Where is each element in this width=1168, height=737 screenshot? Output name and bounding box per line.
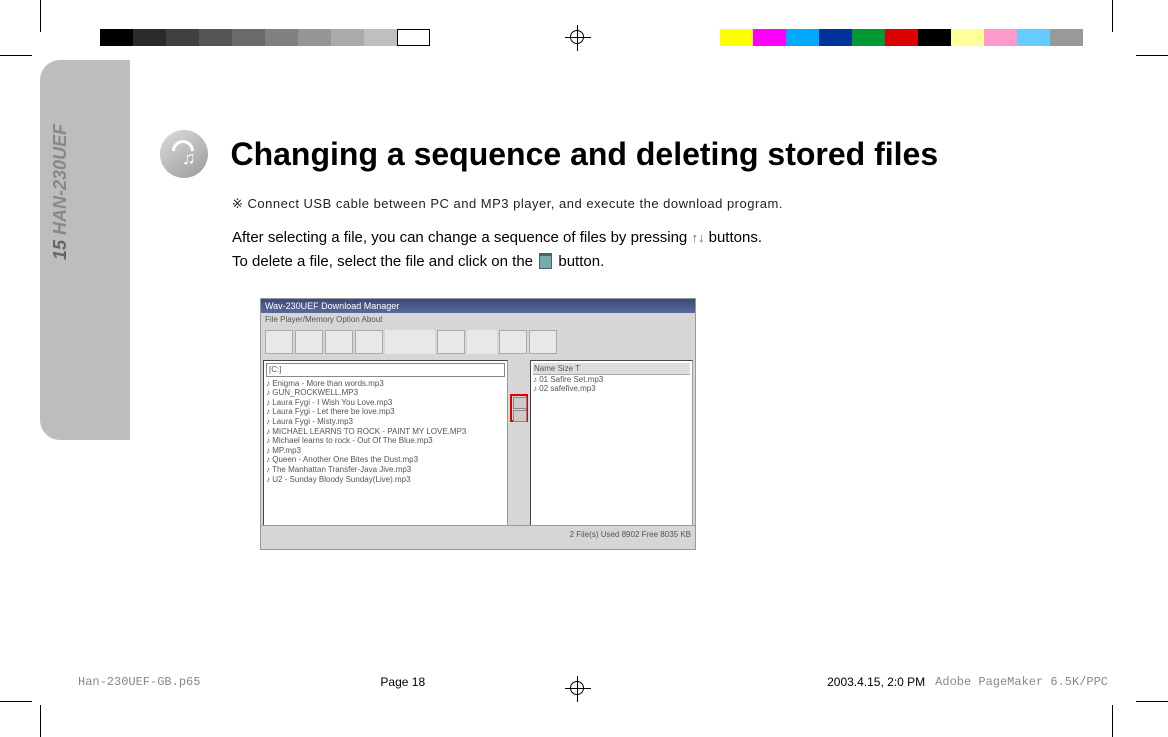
body-line-1b: buttons. <box>709 229 762 246</box>
toolbar-button[interactable] <box>265 330 293 354</box>
target-file-list[interactable]: Name Size T ♪ 01 Safire Set.mp3♪ 02 safe… <box>530 360 693 536</box>
list-item[interactable]: ♪ The Manhattan Transfer-Java Jive.mp3 <box>266 465 505 475</box>
registration-mark-icon <box>570 30 584 44</box>
crop-mark <box>1136 55 1168 56</box>
main-content: Changing a sequence and deleting stored … <box>160 130 1060 550</box>
status-text: 2 File(s) Used 8902 Free 8035 KB <box>570 530 691 539</box>
crop-mark <box>1112 705 1113 737</box>
list-item[interactable]: ♪ U2 - Sunday Bloody Sunday(Live).mp3 <box>266 475 505 485</box>
body-line-1a: After selecting a file, you can change a… <box>232 229 691 246</box>
toolbar-button[interactable] <box>529 330 557 354</box>
body-line-2a: To delete a file, select the file and cl… <box>232 253 537 270</box>
list-item[interactable]: ♪ 02 safefive.mp3 <box>533 384 690 393</box>
app-name: Adobe PageMaker 6.5K/PPC <box>935 675 1108 689</box>
side-tab-label: 15 HAN-230UEF <box>50 124 71 260</box>
toolbar <box>261 326 695 358</box>
toolbar-button[interactable] <box>355 330 383 354</box>
toolbar-button[interactable] <box>325 330 353 354</box>
highlight-box <box>510 394 528 422</box>
app-screenshot: Wav-230UEF Download Manager File Player/… <box>260 298 696 550</box>
footer: Han-230UEF-GB.p65 Page 18 2003.4.15, 2:0… <box>78 675 1108 689</box>
note-text: ※ Connect USB cable between PC and MP3 p… <box>232 196 1060 212</box>
page-number: Page 18 <box>380 675 425 689</box>
toolbar-button[interactable] <box>295 330 323 354</box>
toolbar-button[interactable] <box>499 330 527 354</box>
toolbar-button[interactable] <box>437 330 465 354</box>
list-item[interactable]: ♪ Laura Fygi - I Wish You Love.mp3 <box>266 398 505 408</box>
color-bar <box>720 29 1083 46</box>
move-up-button[interactable] <box>513 397 527 409</box>
product-model: HAN-230UEF <box>50 124 70 235</box>
list-item[interactable]: ♪ Laura Fygi - Let there be love.mp3 <box>266 407 505 417</box>
trash-icon <box>539 255 552 269</box>
list-item[interactable]: ♪ Michael learns to rock - Out Of The Bl… <box>266 436 505 446</box>
menu-bar: File Player/Memory Option About <box>261 313 695 326</box>
transfer-buttons-column <box>510 358 528 538</box>
grayscale-bar <box>100 29 430 46</box>
page-title: Changing a sequence and deleting stored … <box>230 136 938 173</box>
list-item[interactable]: ♪ Enigma - More than words.mp3 <box>266 379 505 389</box>
list-item[interactable]: ♪ MP.mp3 <box>266 446 505 456</box>
source-file-list[interactable]: [C:] ♪ Enigma - More than words.mp3♪ GUN… <box>263 360 508 536</box>
list-item[interactable]: ♪ GUN_ROCKWELL.MP3 <box>266 388 505 398</box>
crop-mark <box>40 705 41 737</box>
list-item[interactable]: ♪ Queen - Another One Bites the Dust.mp3 <box>266 455 505 465</box>
side-tab: 15 HAN-230UEF <box>40 60 130 440</box>
list-item[interactable]: ♪ Laura Fygi - Misty.mp3 <box>266 417 505 427</box>
list-header: Name Size T <box>533 363 690 375</box>
body-line-2b: button. <box>558 253 604 270</box>
crop-mark <box>1136 701 1168 702</box>
list-item[interactable]: ♪ MICHAEL LEARNS TO ROCK - PAINT MY LOVE… <box>266 427 505 437</box>
music-icon <box>160 130 208 178</box>
page-seq-number: 15 <box>50 240 70 260</box>
source-filename: Han-230UEF-GB.p65 <box>78 675 200 689</box>
up-down-arrows-icon: ↑↓ <box>691 228 704 249</box>
window-title: Wav-230UEF Download Manager <box>261 299 695 313</box>
timestamp: 2003.4.15, 2:0 PM <box>827 675 925 689</box>
list-item[interactable]: ♪ 01 Safire Set.mp3 <box>533 375 690 384</box>
crop-mark <box>1112 0 1113 32</box>
status-bar: 2 File(s) Used 8902 Free 8035 KB <box>261 525 695 549</box>
drive-dropdown[interactable]: [C:] <box>266 363 505 377</box>
crop-mark <box>40 0 41 32</box>
crop-mark <box>0 55 32 56</box>
move-down-button[interactable] <box>513 410 527 422</box>
body-text: After selecting a file, you can change a… <box>232 226 1060 274</box>
crop-mark <box>0 701 32 702</box>
